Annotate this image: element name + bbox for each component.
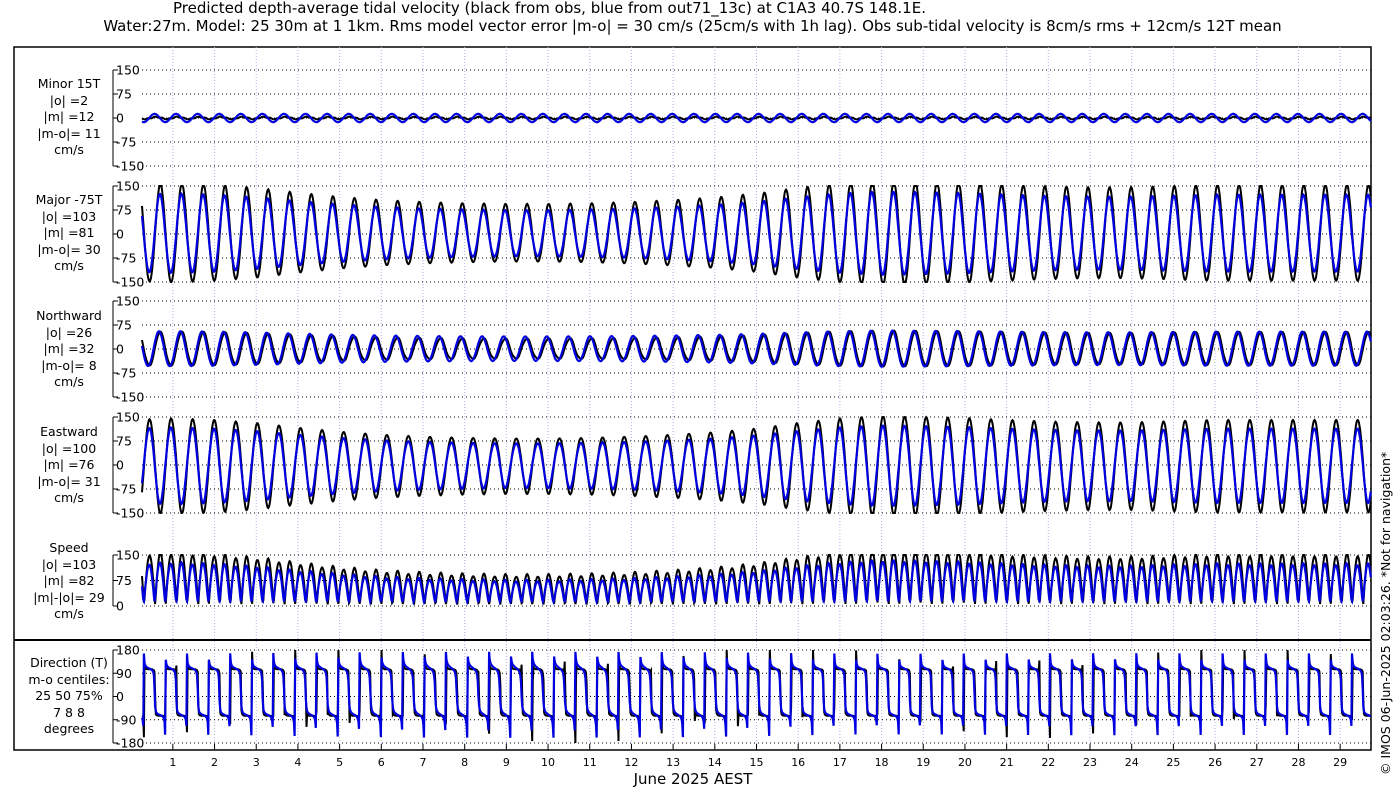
x-tick-label: 4 [294, 756, 301, 769]
x-tick-label: 8 [461, 756, 468, 769]
y-tick-label: 75 [116, 573, 132, 588]
y-tick-label: 150 [116, 548, 140, 563]
tidal-velocity-chart: 1 2 3 4 5 6 7 8 9 10 11 12 13 14 15 16 17 18 19 20 21 22 23 24 2… [13, 46, 1372, 788]
x-tick-label: 3 [253, 756, 260, 769]
x-tick-label: 5 [336, 756, 343, 769]
x-tick-label: 23 [1083, 756, 1097, 769]
x-tick-label: 19 [916, 756, 930, 769]
x-tick-label: 7 [419, 756, 426, 769]
y-tick-label: 75 [116, 318, 132, 333]
y-tick-label: 0 [116, 227, 124, 242]
x-tick-label: 22 [1041, 756, 1055, 769]
y-tick-label: 0 [116, 599, 124, 614]
y-tick-label: 75 [116, 434, 132, 449]
x-tick-label: 6 [378, 756, 385, 769]
y-tick-label: 0 [116, 689, 124, 704]
x-tick-label: 28 [1291, 756, 1305, 769]
y-tick-label: 75 [116, 87, 132, 102]
y-tick-label: 0 [116, 111, 124, 126]
y-tick-label: 0 [116, 342, 124, 357]
y-tick-label: 150 [116, 63, 140, 78]
y-tick-label: -180 [116, 736, 144, 751]
y-tick-label: 75 [116, 203, 132, 218]
y-tick-label: -75 [116, 251, 136, 266]
plot-frame [13, 46, 1372, 751]
y-tick-label: -150 [116, 506, 144, 521]
y-tick-label: 150 [116, 294, 140, 309]
x-tick-label: 9 [503, 756, 510, 769]
y-tick-label: -150 [116, 390, 144, 405]
dir-model-line [140, 651, 1372, 738]
y-tick-label: 180 [116, 643, 140, 658]
y-tick-label: 150 [116, 179, 140, 194]
x-tick-label: 16 [791, 756, 805, 769]
x-tick-label: 14 [708, 756, 722, 769]
x-tick-label: 26 [1208, 756, 1222, 769]
x-axis-label: June 2025 AEST [633, 770, 754, 788]
y-tick-label: -90 [116, 712, 136, 727]
x-tick-label: 17 [833, 756, 847, 769]
x-tick-label: 29 [1333, 756, 1347, 769]
x-tick-label: 12 [624, 756, 638, 769]
x-tick-label: 20 [958, 756, 972, 769]
x-tick-label: 13 [666, 756, 680, 769]
x-tick-label: 21 [1000, 756, 1014, 769]
x-tick-label: 10 [541, 756, 555, 769]
y-tick-label: 150 [116, 410, 140, 425]
x-tick-label: 15 [750, 756, 764, 769]
x-tick-label: 2 [211, 756, 218, 769]
y-tick-label: -150 [116, 159, 144, 174]
y-tick-label: -75 [116, 482, 136, 497]
x-tick-label: 24 [1125, 756, 1139, 769]
y-tick-label: -150 [116, 275, 144, 290]
y-tick-label: -75 [116, 135, 136, 150]
x-tick-label: 11 [583, 756, 597, 769]
y-tick-label: 90 [116, 666, 132, 681]
x-tick-label: 1 [169, 756, 176, 769]
x-tick-label: 18 [875, 756, 889, 769]
y-tick-label: 0 [116, 458, 124, 473]
x-tick-label: 25 [1166, 756, 1180, 769]
x-tick-label: 27 [1250, 756, 1264, 769]
y-tick-label: -75 [116, 366, 136, 381]
